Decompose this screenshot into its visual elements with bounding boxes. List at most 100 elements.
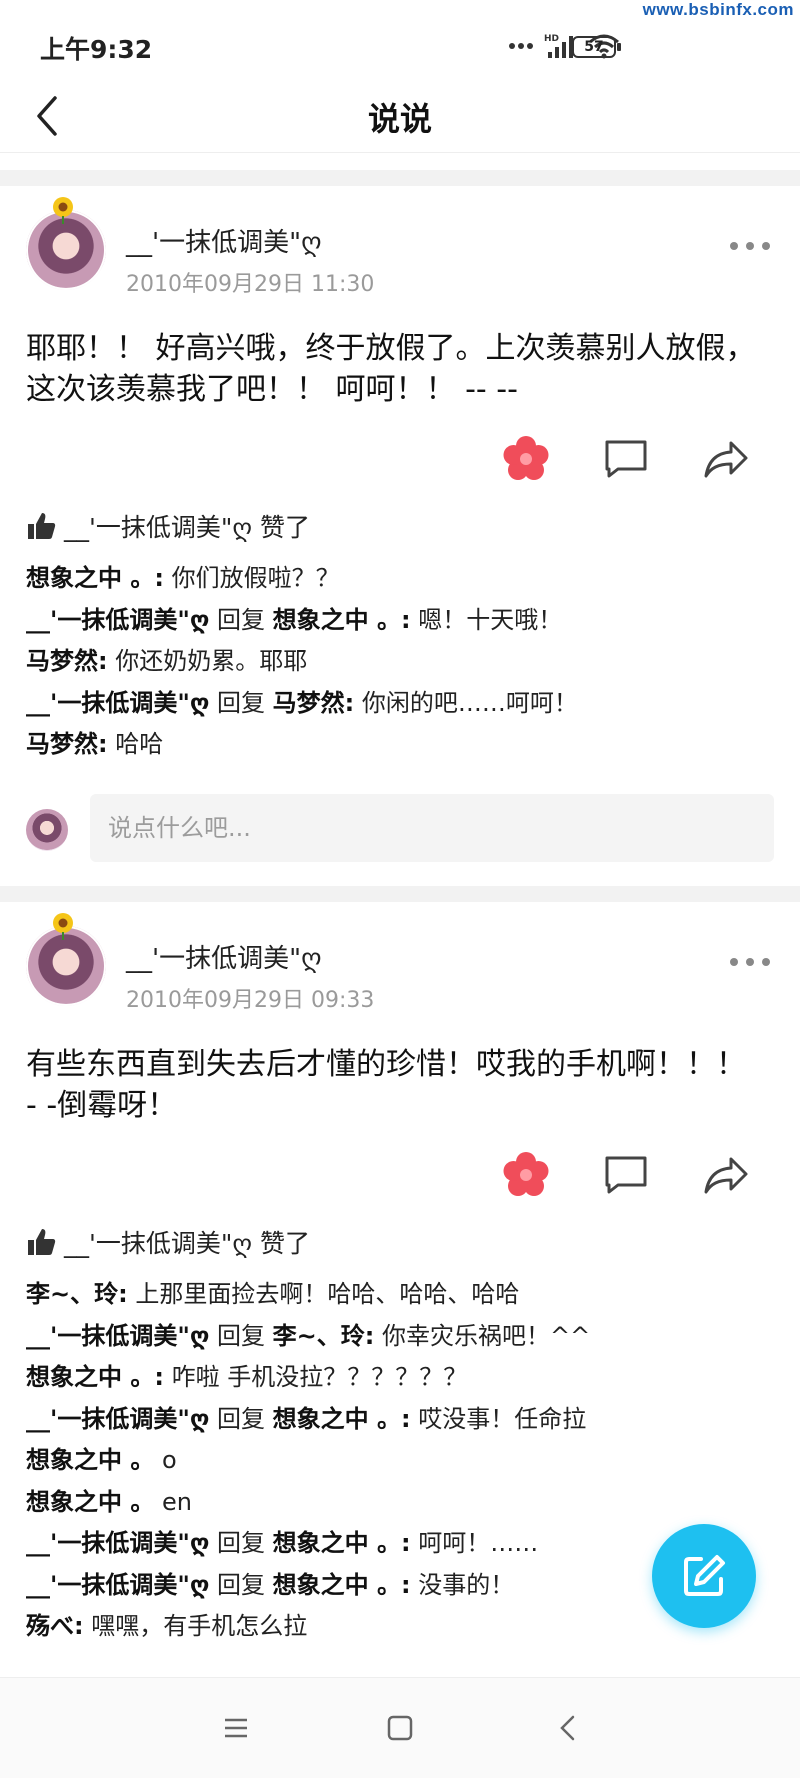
comment-text: en [162,1487,192,1516]
comment-text: 嘿嘿，有手机怎么拉 [83,1612,308,1640]
sunflower-icon [53,913,73,940]
reply-label: 回复 [209,1570,273,1599]
commenter-name: 殇べ: [26,1612,84,1640]
status-bar: 上午9:32 HD 57 [0,0,800,90]
commenter-name: 想象之中 。: [26,1363,164,1391]
flower-icon [503,436,549,480]
comment-item[interactable]: __'一抹低调美"ღ 回复 李~、玲: 你幸灾乐祸吧！^^ [26,1316,774,1358]
commenter-name: 马梦然: [26,647,108,675]
reply-label: 回复 [209,1404,273,1433]
commenter-name: 马梦然: [26,730,108,758]
dot-icon [730,958,738,966]
likes-text: __'一抹低调美"ღ 赞了 [64,1229,310,1258]
comment-text: 呵呵！…… [410,1529,539,1557]
comment-item[interactable]: __'一抹低调美"ღ 回复 想象之中 。: 嗯！十天哦！ [26,600,774,642]
comment-text: 哈哈 [107,730,164,758]
dot-icon [746,242,754,250]
comment-text: 你还奶奶累。耶耶 [107,647,308,675]
author-name[interactable]: __'一抹低调美"ღ [126,938,322,975]
flower-like-button[interactable] [476,434,576,484]
comment-input[interactable] [90,794,774,862]
post-content: 耶耶！！ 好高兴哦，终于放假了。上次羡慕别人放假，这次该羡慕我了吧！！ 呵呵！！… [26,331,756,407]
home-square-icon [387,1715,413,1741]
comment-button[interactable] [576,434,676,484]
comment-icon [605,1156,647,1194]
more-options-button[interactable] [730,236,770,256]
share-button[interactable] [676,434,776,484]
author-avatar[interactable] [26,913,106,1006]
reply-target-name: 马梦然: [272,688,355,717]
dot-icon [762,242,770,250]
home-button[interactable] [380,1708,420,1748]
reply-label: 回复 [209,1321,273,1350]
comment-item[interactable]: 马梦然: 哈哈 [26,724,774,766]
comment-item[interactable]: __'一抹低调美"ღ 回复 马梦然: 你闲的吧……呵呵！ [26,683,774,725]
reply-label: 回复 [209,688,273,717]
flower-icon [503,1152,549,1196]
thumbs-up-icon [28,1229,56,1255]
commenter-name: __'一抹低调美"ღ [26,1404,210,1433]
comment-item[interactable]: 想象之中 。: 你们放假啦？？ [26,558,774,600]
comment-text: 哎没事！任命拉 [410,1404,587,1433]
my-avatar [26,809,68,851]
reply-target-name: 李~、玲: [272,1321,375,1350]
comment-item[interactable]: 马梦然: 你还奶奶累。耶耶 [26,641,774,683]
menu-icon [225,1718,247,1738]
author-avatar[interactable] [26,197,106,290]
commenter-name: 想象之中 。 [26,1487,155,1516]
dot-icon [730,242,738,250]
comment-text: 上那里面捡去啊！哈哈、哈哈、哈哈 [127,1280,520,1308]
comment-item[interactable]: 想象之中 。: 咋啦 手机没拉？？？？？？ [26,1357,774,1399]
back-triangle-icon [560,1715,575,1741]
comment-text: 嗯！十天哦！ [410,605,563,634]
share-icon [704,441,748,478]
dot-icon [746,958,754,966]
page-title: 说说 [367,100,432,138]
comment-text: o [162,1446,177,1474]
comment-item[interactable]: 想象之中 。 en [26,1482,774,1524]
comment-icon [605,440,647,478]
share-button[interactable] [676,1150,776,1200]
share-icon [704,1157,748,1194]
menu-button[interactable] [216,1708,256,1748]
comment-text: 咋啦 手机没拉？？？？？？ [163,1363,468,1391]
commenter-name: 想象之中 。: [26,564,164,592]
comment-item[interactable]: __'一抹低调美"ღ 回复 想象之中 。: 哎没事！任命拉 [26,1399,774,1441]
comment-button[interactable] [576,1150,676,1200]
system-nav-bar [0,1677,800,1778]
comment-item[interactable]: 想象之中 。 o [26,1440,774,1482]
commenter-name: __'一抹低调美"ღ [26,1570,210,1599]
commenter-name: __'一抹低调美"ღ [26,688,210,717]
battery-icon: 57 [572,36,621,58]
compose-fab-button[interactable] [652,1524,756,1628]
more-options-button[interactable] [730,952,770,972]
author-name[interactable]: __'一抹低调美"ღ [126,222,322,259]
comment-item[interactable]: 殇べ: 嘿嘿，有手机怎么拉 [26,1606,774,1648]
commenter-name: 想象之中 。 [26,1446,155,1474]
section-divider [0,886,800,902]
comment-text: 你幸灾乐祸吧！^^ [374,1321,591,1350]
flower-like-button[interactable] [476,1150,576,1200]
post-timestamp: 2010年09月29日 09:33 [126,988,375,1013]
reply-target-name: 想象之中 。: [272,1404,411,1433]
likes-row: __'一抹低调美"ღ 赞了 [26,1224,310,1260]
commenter-name: 李~、玲: [26,1280,128,1308]
comment-input-row [26,794,774,864]
commenter-name: __'一抹低调美"ღ [26,1321,210,1350]
edit-icon [684,1555,725,1596]
sunflower-icon [53,197,73,224]
post-timestamp: 2010年09月29日 11:30 [126,272,375,297]
comment-text: 没事的！ [410,1570,515,1599]
more-dots-icon [509,43,533,49]
commenter-name: __'一抹低调美"ღ [26,1529,210,1557]
comment-item[interactable]: 李~、玲: 上那里面捡去啊！哈哈、哈哈、哈哈 [26,1274,774,1316]
status-time: 上午9:32 [40,35,153,64]
reply-label: 回复 [209,605,273,634]
thumbs-up-icon [28,513,56,539]
app-header: 说说 [0,80,800,153]
comment-list: 想象之中 。: 你们放假啦？？ __'一抹低调美"ღ 回复 想象之中 。: 嗯！… [26,558,774,766]
network-label: HD [544,34,559,44]
post-content: 有些东西直到失去后才懂的珍惜！哎我的手机啊！！！ - -倒霉呀！ [26,1047,746,1123]
nav-back-button[interactable] [548,1708,588,1748]
dot-icon [762,958,770,966]
